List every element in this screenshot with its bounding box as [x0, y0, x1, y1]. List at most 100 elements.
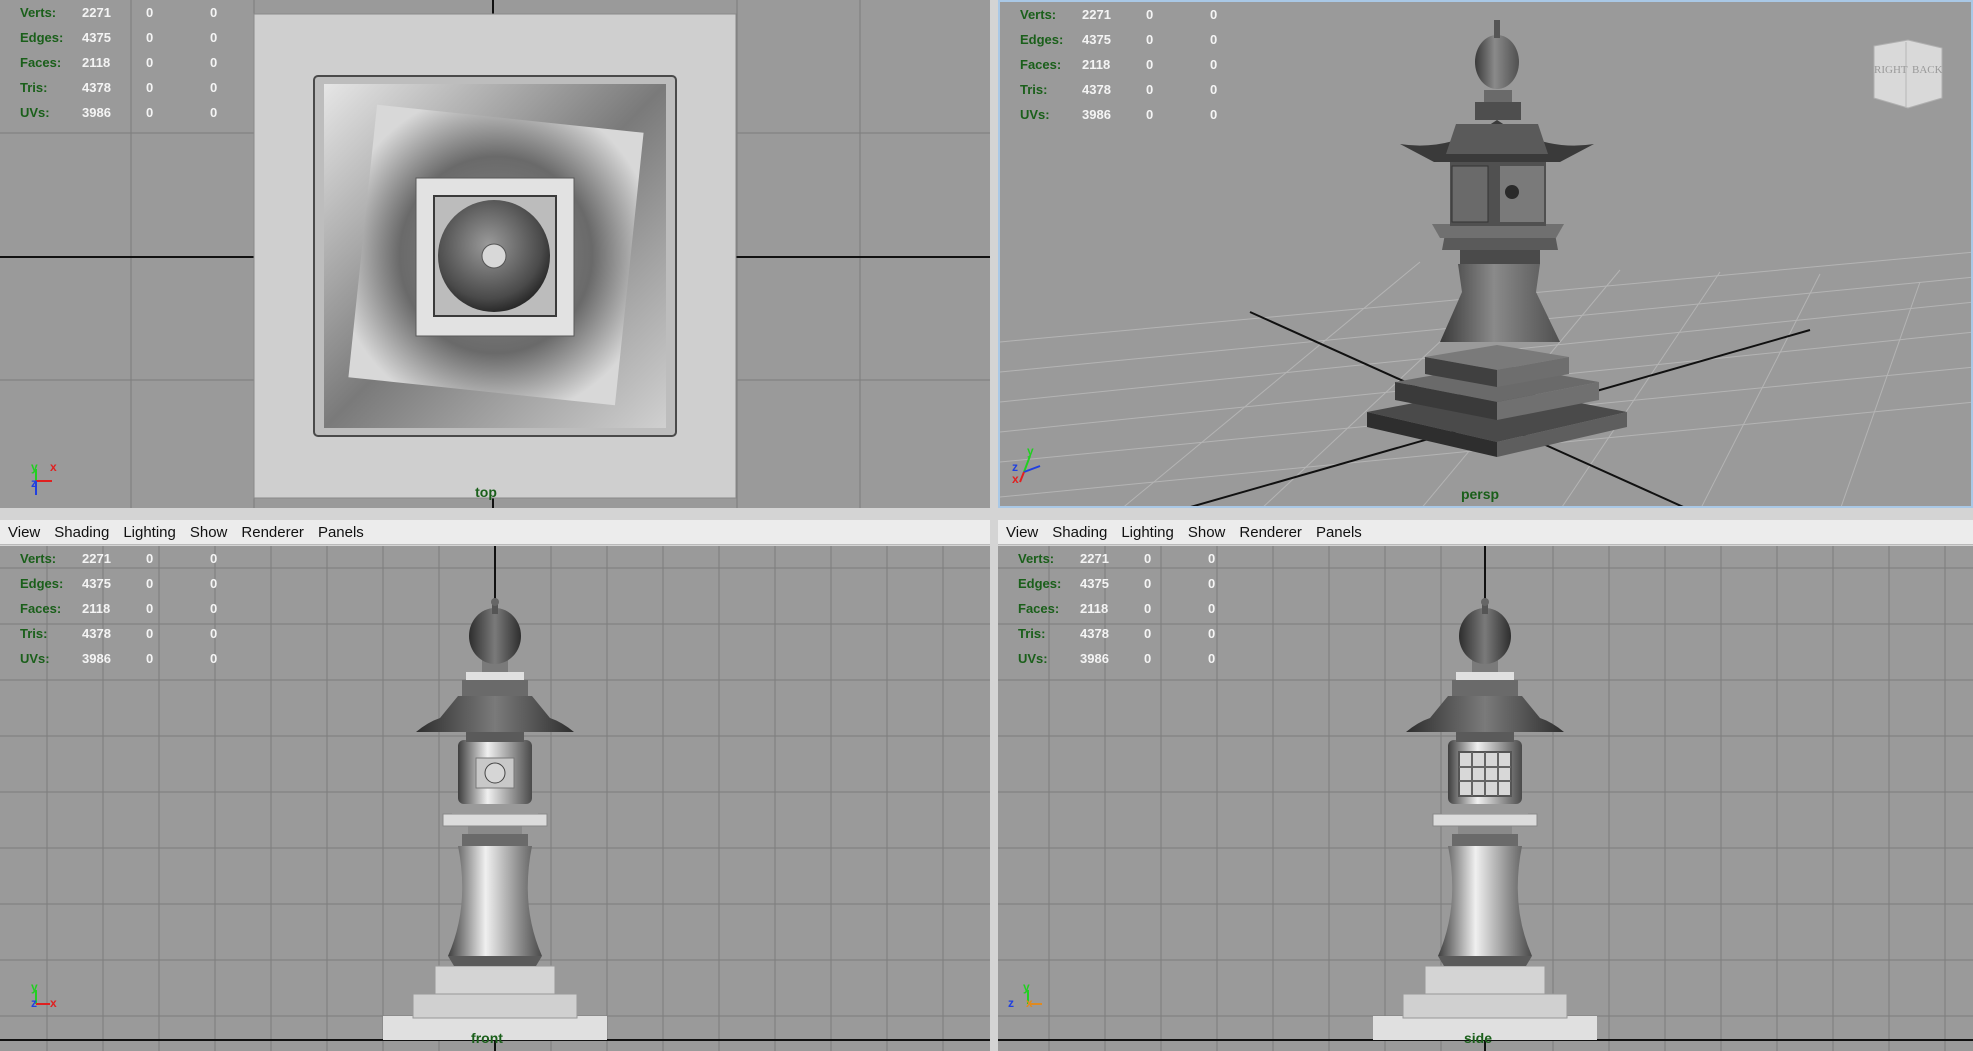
stat-value: 0: [1210, 57, 1218, 72]
stat-label: Faces:: [20, 601, 62, 616]
menu-show[interactable]: Show: [1182, 524, 1232, 541]
stat-value: 2271: [1080, 551, 1109, 566]
stat-value: 0: [210, 5, 218, 20]
stat-value: 0: [210, 105, 218, 120]
stat-value: 0: [1210, 7, 1218, 22]
stat-label: UVs:: [1018, 651, 1048, 666]
stat-value: 0: [1210, 32, 1218, 47]
stat-row-verts: Verts: 2271 0 0: [1018, 546, 1272, 571]
stat-value: 0: [210, 55, 218, 70]
stat-row-uvs: UVs: 3986 0 0: [20, 646, 274, 671]
stat-label: UVs:: [20, 105, 50, 120]
stat-value: 0: [146, 105, 154, 120]
stat-value: 2118: [1080, 601, 1109, 616]
stat-label: Verts:: [1020, 7, 1057, 22]
stat-row-faces: Faces: 2118 0 0: [1018, 596, 1272, 621]
menu-renderer[interactable]: Renderer: [1233, 524, 1308, 541]
stats-hud-persp: Verts: 2271 0 0 Edges: 4375 0 0 Faces: 2118 0 0 T…: [1020, 2, 1274, 127]
stat-row-edges: Edges: 4375 0 0: [1020, 27, 1274, 52]
viewcube-icon[interactable]: RIGHT BACK: [1868, 38, 1948, 110]
axis-y-label: y: [31, 980, 38, 994]
axis-y-label: y: [1023, 980, 1030, 994]
camera-label-top: top: [475, 484, 497, 500]
stat-label: Edges:: [1020, 32, 1064, 47]
stat-row-uvs: UVs: 3986 0 0: [1018, 646, 1272, 671]
stat-value: 4375: [1080, 576, 1109, 591]
menu-lighting[interactable]: Lighting: [1115, 524, 1180, 541]
menu-panels[interactable]: Panels: [312, 524, 370, 541]
stat-value: 0: [1144, 601, 1152, 616]
stat-label: Verts:: [1018, 551, 1055, 566]
stat-value: 0: [146, 80, 154, 95]
menu-shading[interactable]: Shading: [48, 524, 115, 541]
axis-z-label: z: [31, 996, 37, 1010]
stat-value: 0: [1146, 7, 1154, 22]
stat-value: 2118: [82, 55, 111, 70]
stat-value: 0: [210, 651, 218, 666]
stat-value: 0: [146, 55, 154, 70]
menu-lighting[interactable]: Lighting: [117, 524, 182, 541]
menu-view[interactable]: View: [1000, 524, 1044, 541]
panel-divider-vertical[interactable]: [990, 0, 998, 1051]
axis-y-label: y: [1027, 444, 1034, 458]
viewport-side[interactable]: Verts: 2271 0 0 Edges: 4375 0 0 Faces: 2118 0 0 T…: [998, 546, 1973, 1051]
viewport-top[interactable]: Verts: 2271 0 0 Edges: 4375 0 0 Faces: 2118 0 0 T…: [0, 0, 990, 508]
stat-value: 4375: [1082, 32, 1111, 47]
stat-value: 0: [146, 551, 154, 566]
stat-label: Faces:: [20, 55, 62, 70]
stat-label: Edges:: [1018, 576, 1062, 591]
panel-side[interactable]: View Shading Lighting Show Renderer Pane…: [998, 520, 1973, 1051]
panel-top[interactable]: Verts: 2271 0 0 Edges: 4375 0 0 Faces: 2118 0 0 T…: [0, 0, 990, 508]
menu-panels[interactable]: Panels: [1310, 524, 1368, 541]
stat-value: 0: [210, 601, 218, 616]
stat-value: 0: [1208, 626, 1216, 641]
stat-label: Faces:: [1020, 57, 1062, 72]
axis-z-label: z: [1008, 996, 1014, 1010]
panel-menubar: View Shading Lighting Show Renderer Pane…: [0, 520, 990, 545]
panel-persp[interactable]: Verts: 2271 0 0 Edges: 4375 0 0 Faces: 2118 0 0 T…: [998, 0, 1973, 508]
stat-value: 0: [1208, 601, 1216, 616]
stat-label: Edges:: [20, 30, 64, 45]
stat-value: 3986: [82, 105, 111, 120]
stat-value: 4378: [82, 80, 111, 95]
stats-hud-top: Verts: 2271 0 0 Edges: 4375 0 0 Faces: 2118 0 0 T…: [20, 0, 274, 125]
menu-shading[interactable]: Shading: [1046, 524, 1113, 541]
stat-row-tris: Tris: 4378 0 0: [20, 75, 274, 100]
menu-view[interactable]: View: [2, 524, 46, 541]
panel-front[interactable]: View Shading Lighting Show Renderer Pane…: [0, 520, 990, 1051]
stat-row-tris: Tris: 4378 0 0: [20, 621, 274, 646]
stat-value: 0: [146, 601, 154, 616]
menu-renderer[interactable]: Renderer: [235, 524, 310, 541]
stat-value: 3986: [1080, 651, 1109, 666]
stat-value: 0: [1146, 82, 1154, 97]
stat-value: 0: [1146, 32, 1154, 47]
stat-row-verts: Verts: 2271 0 0: [20, 546, 274, 571]
stats-hud-side: Verts: 2271 0 0 Edges: 4375 0 0 Faces: 2118 0 0 T…: [1018, 546, 1272, 671]
stat-value: 0: [210, 626, 218, 641]
stat-value: 0: [146, 30, 154, 45]
stat-value: 0: [1146, 107, 1154, 122]
stat-label: Tris:: [20, 80, 48, 95]
viewcube-back-label[interactable]: BACK: [1912, 64, 1943, 76]
stat-value: 0: [146, 5, 154, 20]
stat-label: Edges:: [20, 576, 64, 591]
stat-row-edges: Edges: 4375 0 0: [20, 25, 274, 50]
stat-value: 0: [1144, 576, 1152, 591]
stat-value: 0: [146, 626, 154, 641]
stat-label: UVs:: [20, 651, 50, 666]
stat-row-faces: Faces: 2118 0 0: [20, 596, 274, 621]
stat-value: 2118: [1082, 57, 1111, 72]
stat-row-uvs: UVs: 3986 0 0: [1020, 102, 1274, 127]
stat-value: 0: [210, 576, 218, 591]
stat-row-faces: Faces: 2118 0 0: [20, 50, 274, 75]
stat-label: Faces:: [1018, 601, 1060, 616]
viewport-front[interactable]: Verts: 2271 0 0 Edges: 4375 0 0 Faces: 2118 0 0 T…: [0, 546, 990, 1051]
camera-label-persp: persp: [1460, 486, 1500, 502]
viewcube-right-label[interactable]: RIGHT: [1874, 64, 1908, 76]
stat-value: 0: [146, 576, 154, 591]
viewport-persp[interactable]: Verts: 2271 0 0 Edges: 4375 0 0 Faces: 2118 0 0 T…: [998, 0, 1973, 508]
stat-row-tris: Tris: 4378 0 0: [1020, 77, 1274, 102]
menu-show[interactable]: Show: [184, 524, 234, 541]
panel-divider-horizontal[interactable]: [0, 508, 1973, 520]
stat-value: 0: [1208, 651, 1216, 666]
